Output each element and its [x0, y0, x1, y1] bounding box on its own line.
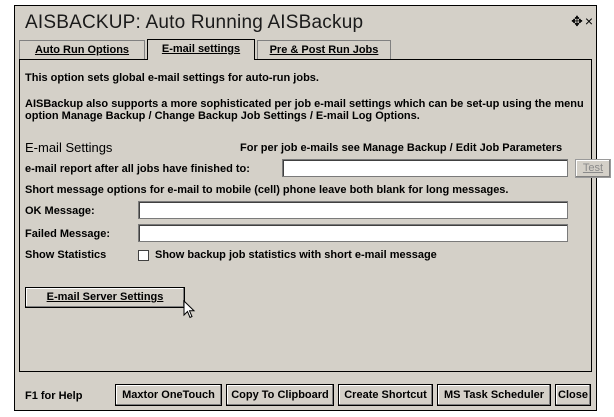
show-statistics-label: Show Statistics [25, 249, 107, 261]
test-button[interactable]: Test [575, 159, 611, 178]
section-title: E-mail Settings [25, 140, 113, 155]
tab-label: Pre & Post Run Jobs [269, 44, 379, 56]
email-server-settings-label: E-mail Server Settings [46, 291, 164, 303]
button-label: Copy To Clipboard [231, 389, 329, 401]
help-text: F1 for Help [25, 390, 83, 402]
email-settings-panel: This option sets global e-mail settings … [19, 59, 611, 372]
maxtor-onetouch-button[interactable]: Maxtor OneTouch [115, 384, 222, 406]
bottom-bar: F1 for Help Maxtor OneTouch Copy To Clip… [19, 376, 592, 408]
email-server-settings-button[interactable]: E-mail Server Settings [25, 287, 185, 308]
tab-label: Auto Run Options [34, 44, 130, 56]
button-label: Create Shortcut [344, 389, 427, 401]
mouse-cursor-icon [183, 300, 196, 319]
intro-line-3: option Manage Backup / Change Backup Job… [25, 110, 420, 122]
email-report-label: e-mail report after all jobs have finish… [25, 163, 250, 175]
show-statistics-checkbox[interactable] [138, 250, 149, 261]
intro-line-1: This option sets global e-mail settings … [25, 72, 319, 84]
failed-message-input[interactable] [138, 224, 568, 242]
intro-line-2: AISBackup also supports a more sophistic… [25, 98, 584, 110]
tab-email-settings[interactable]: E-mail settings [147, 39, 255, 60]
button-label: Close [558, 389, 588, 401]
button-label: Maxtor OneTouch [122, 389, 215, 401]
close-icon[interactable]: × [585, 13, 593, 29]
title-bar[interactable]: AISBACKUP: Auto Running AISBackup ✥ × [19, 12, 593, 38]
tab-auto-run-options[interactable]: Auto Run Options [19, 40, 145, 59]
title-icons: ✥ × [569, 13, 593, 30]
test-button-label: Test [582, 162, 604, 174]
ok-message-input[interactable] [138, 201, 568, 219]
tab-label: E-mail settings [161, 43, 241, 55]
tab-pre-post-run-jobs[interactable]: Pre & Post Run Jobs [257, 40, 391, 59]
short-message-note: Short message options for e-mail to mobi… [25, 184, 509, 196]
email-report-value [283, 164, 286, 176]
copy-to-clipboard-button[interactable]: Copy To Clipboard [226, 384, 334, 406]
auto-run-window: AISBACKUP: Auto Running AISBackup ✥ × Aut… [14, 5, 611, 411]
move-icon[interactable]: ✥ [571, 13, 583, 30]
close-button[interactable]: Close [555, 384, 591, 406]
ok-message-label: OK Message: [25, 205, 95, 217]
window-title: AISBACKUP: Auto Running AISBackup [25, 12, 364, 33]
failed-message-label: Failed Message: [25, 228, 110, 240]
button-label: MS Task Scheduler [443, 389, 545, 401]
ok-message-value [139, 206, 142, 218]
failed-message-value [139, 229, 142, 241]
per-job-note: For per job e-mails see Manage Backup / … [240, 142, 563, 154]
create-shortcut-button[interactable]: Create Shortcut [338, 384, 433, 406]
ms-task-scheduler-button[interactable]: MS Task Scheduler [437, 384, 551, 406]
email-report-input[interactable] [282, 159, 568, 177]
show-statistics-checkbox-label[interactable]: Show backup job statistics with short e-… [155, 249, 437, 261]
